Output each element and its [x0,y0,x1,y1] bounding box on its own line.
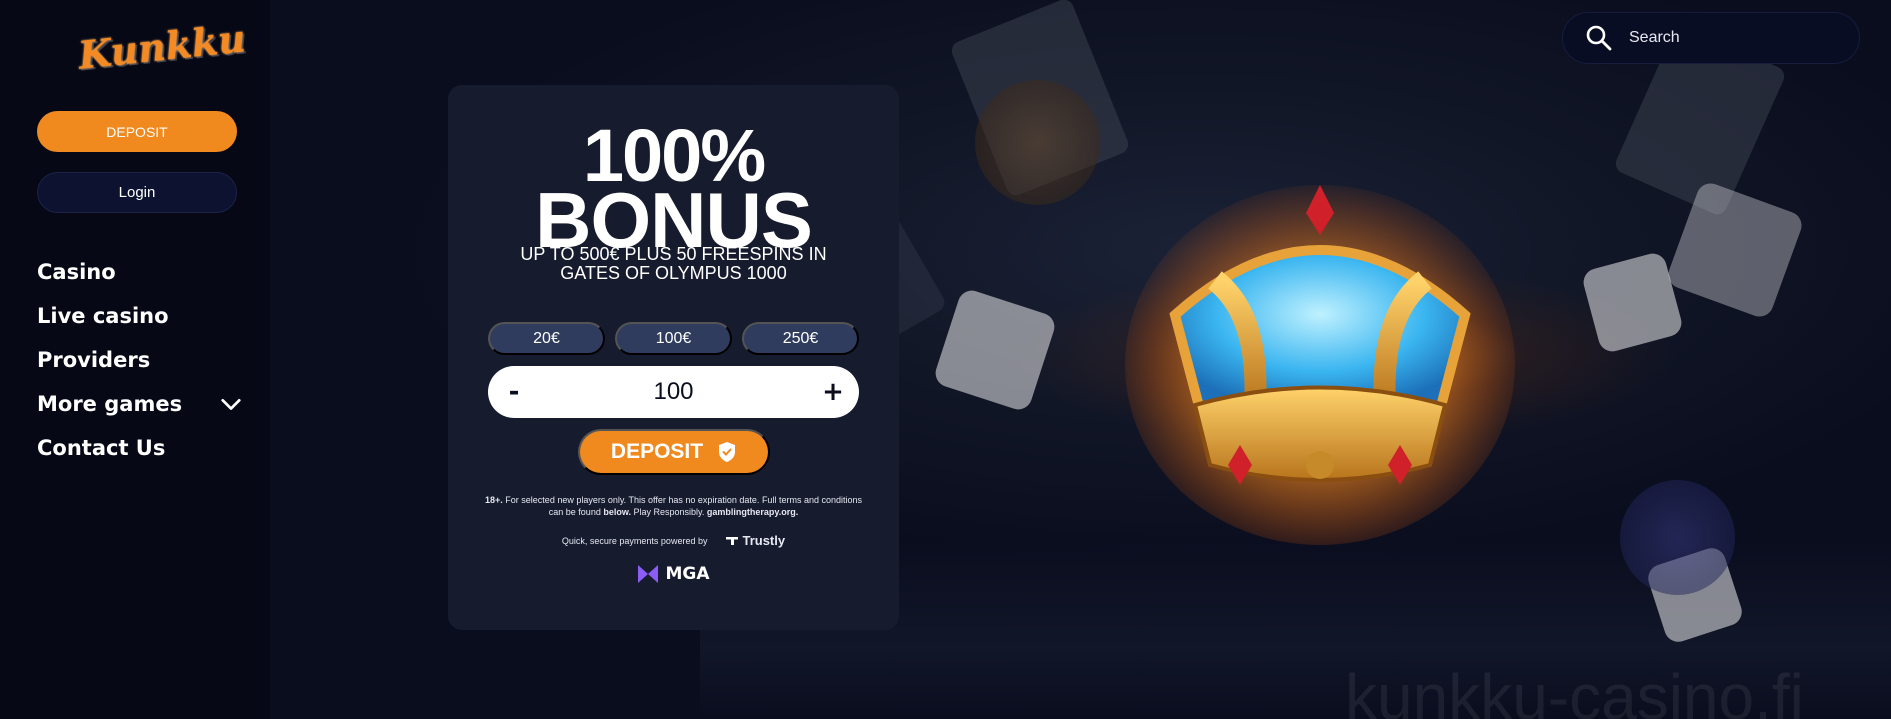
nav-item-more-games[interactable]: More games [37,382,242,426]
deposit-button[interactable]: DEPOSIT [578,429,770,475]
deposit-button-label: DEPOSIT [610,440,704,463]
chevron-down-icon[interactable] [220,393,242,415]
nav-item-label: Contact Us [37,436,166,460]
mga-license-logo: MGA [448,564,899,584]
decrement-button[interactable]: - [502,377,526,407]
bonus-card: 100% BONUS UP TO 500€ PLUS 50 FREESPINS … [448,85,899,630]
deposit-amount-stepper: - 100 + [488,366,859,418]
sidebar-deposit-button[interactable]: DEPOSIT [37,111,237,152]
nav-item-label: Providers [37,348,151,372]
mga-icon [638,565,659,583]
search-bar[interactable] [1562,12,1860,64]
amount-option-20[interactable]: 20€ [488,322,605,355]
amount-options: 20€ 100€ 250€ [488,322,859,355]
terms-below-link[interactable]: below. [603,507,631,517]
bonus-subtitle-line1: UP TO 500€ PLUS 50 FREESPINS IN [520,244,827,264]
site-watermark: kunkku-casino.fi [1345,661,1804,719]
nav-item-providers[interactable]: Providers [37,338,242,382]
bonus-subtitle: UP TO 500€ PLUS 50 FREESPINS IN GATES OF… [448,245,899,283]
nav-item-live-casino[interactable]: Live casino [37,294,242,338]
sidebar-nav: Casino Live casino Providers More games … [37,250,242,470]
payments-row: Quick, secure payments powered by Trustl… [448,533,899,548]
login-button[interactable]: Login [37,172,237,213]
deposit-amount-value[interactable]: 100 [653,378,693,406]
amount-option-250[interactable]: 250€ [742,322,859,355]
payment-provider-name: Trustly [742,533,786,548]
nav-item-label: More games [37,392,183,416]
search-input[interactable] [1629,29,1849,47]
poker-chip-decoration [975,80,1100,205]
nav-item-label: Live casino [37,304,169,328]
nav-item-contact-us[interactable]: Contact Us [37,426,242,470]
increment-button[interactable]: + [821,377,845,407]
nav-item-label: Casino [37,260,116,284]
trustly-logo: Trustly [725,533,785,548]
nav-item-casino[interactable]: Casino [37,250,242,294]
gambling-therapy-link[interactable]: gamblingtherapy.org. [707,507,798,517]
sidebar: Kunkku DEPOSIT Login Casino Live casino … [0,0,270,719]
terms-fine-print: 18+. For selected new players only. This… [478,494,869,518]
age-restriction: 18+. [485,495,503,505]
crown-illustration [1125,185,1515,545]
license-label: MGA [665,564,710,584]
brand-logo[interactable]: Kunkku [76,15,248,77]
poker-chip-decoration [1620,480,1735,595]
amount-option-100[interactable]: 100€ [615,322,732,355]
trustly-icon [726,536,739,545]
shield-icon [719,442,736,462]
bonus-subtitle-line2: GATES OF OLYMPUS 1000 [560,263,787,283]
payments-text: Quick, secure payments powered by [561,535,708,546]
search-icon[interactable] [1585,24,1613,52]
play-responsibly-text: Play Responsibly. [631,507,707,517]
